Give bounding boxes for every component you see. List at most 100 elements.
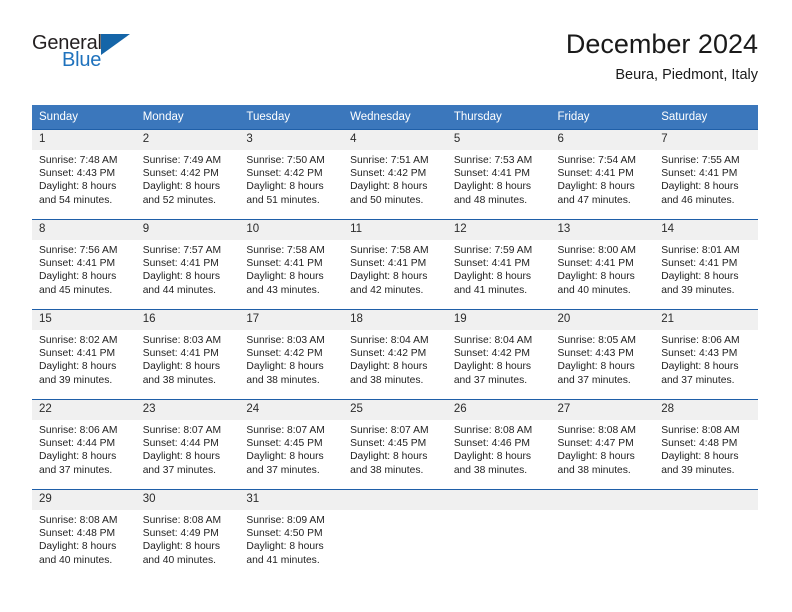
- daylight-text-line2: and 39 minutes.: [661, 284, 735, 296]
- daylight-text-line2: and 42 minutes.: [350, 284, 424, 296]
- daylight-text-line2: and 51 minutes.: [246, 194, 320, 206]
- daylight-text-line1: Daylight: 8 hours: [246, 181, 324, 193]
- sunset-text: Sunset: 4:41 PM: [453, 168, 530, 180]
- sunset-text: Sunset: 4:49 PM: [142, 528, 219, 540]
- day-number: 2: [135, 130, 240, 150]
- daylight-text-line2: and 39 minutes.: [39, 374, 113, 386]
- day-details: Sunrise: 8:08 AM Sunset: 4:48 PM Daylight:…: [654, 420, 758, 477]
- daylight-text-line2: and 38 minutes.: [350, 464, 424, 476]
- page-header: General Blue December 2024 Beura, Piedmo…: [32, 28, 758, 98]
- day-details: Sunrise: 7:48 AM Sunset: 4:43 PM Daylight:…: [32, 150, 136, 207]
- daylight-text-line2: and 43 minutes.: [246, 284, 320, 296]
- calendar-day-cell[interactable]: 21 Sunrise: 8:06 AM Sunset: 4:43 PM Dayligh…: [654, 309, 758, 400]
- day-number: 14: [654, 220, 758, 240]
- day-number: 10: [239, 220, 344, 240]
- daylight-text-line2: and 48 minutes.: [453, 194, 528, 206]
- calendar-day-cell[interactable]: 15 Sunrise: 8:02 AM Sunset: 4:41 PM Dayligh…: [32, 309, 136, 400]
- calendar-day-cell[interactable]: 12 Sunrise: 7:59 AM Sunset: 4:41 PM Dayligh…: [446, 219, 551, 310]
- sunrise-text: Sunrise: 8:05 AM: [557, 335, 636, 346]
- daylight-text-line2: and 37 minutes.: [661, 374, 735, 386]
- sunrise-text: Sunrise: 8:06 AM: [661, 335, 740, 346]
- calendar-day-cell[interactable]: 25 Sunrise: 8:07 AM Sunset: 4:45 PM Dayligh…: [343, 399, 447, 490]
- daylight-text-line1: Daylight: 8 hours: [557, 271, 635, 283]
- daylight-text-line2: and 37 minutes.: [453, 374, 528, 386]
- calendar-day-cell[interactable]: 10 Sunrise: 7:58 AM Sunset: 4:41 PM Dayligh…: [239, 219, 344, 310]
- calendar-day-cell[interactable]: 7 Sunrise: 7:55 AM Sunset: 4:41 PM Daylight…: [654, 129, 758, 220]
- calendar-day-cell[interactable]: 22 Sunrise: 8:06 AM Sunset: 4:44 PM Dayligh…: [32, 399, 136, 490]
- calendar-empty-cell: [654, 489, 758, 580]
- sunrise-text: Sunrise: 7:53 AM: [453, 155, 533, 166]
- sunrise-text: Sunrise: 8:08 AM: [142, 515, 222, 526]
- day-details: Sunrise: 7:59 AM Sunset: 4:41 PM Daylight:…: [447, 240, 551, 297]
- calendar-day-cell[interactable]: 23 Sunrise: 8:07 AM Sunset: 4:44 PM Dayligh…: [135, 399, 240, 490]
- calendar-empty-cell: [550, 489, 655, 580]
- calendar-day-cell[interactable]: 8 Sunrise: 7:56 AM Sunset: 4:41 PM Daylight…: [32, 219, 136, 310]
- sunset-text: Sunset: 4:41 PM: [350, 258, 427, 270]
- sunrise-text: Sunrise: 8:08 AM: [661, 425, 740, 436]
- calendar-day-cell[interactable]: 27 Sunrise: 8:08 AM Sunset: 4:47 PM Dayligh…: [550, 399, 655, 490]
- calendar-day-cell[interactable]: 4 Sunrise: 7:51 AM Sunset: 4:42 PM Daylight…: [343, 129, 447, 220]
- sunset-text: Sunset: 4:41 PM: [39, 258, 116, 270]
- day-number: 13: [550, 220, 655, 240]
- daylight-text-line2: and 45 minutes.: [39, 284, 113, 296]
- day-number: 7: [654, 130, 758, 150]
- weekday-header-monday: Monday: [135, 105, 240, 130]
- calendar-day-cell[interactable]: 1 Sunrise: 7:48 AM Sunset: 4:43 PM Daylight…: [32, 129, 136, 220]
- sunrise-text: Sunrise: 7:58 AM: [246, 245, 325, 256]
- sunrise-text: Sunrise: 8:04 AM: [453, 335, 533, 346]
- daylight-text-line2: and 52 minutes.: [142, 194, 216, 206]
- calendar-day-cell[interactable]: 19 Sunrise: 8:04 AM Sunset: 4:42 PM Dayligh…: [446, 309, 551, 400]
- calendar-day-cell[interactable]: 9 Sunrise: 7:57 AM Sunset: 4:41 PM Daylight…: [135, 219, 240, 310]
- daylight-text-line1: Daylight: 8 hours: [142, 181, 220, 193]
- sunset-text: Sunset: 4:41 PM: [661, 258, 738, 270]
- sunrise-text: Sunrise: 8:03 AM: [246, 335, 325, 346]
- calendar-day-cell[interactable]: 20 Sunrise: 8:05 AM Sunset: 4:43 PM Dayligh…: [550, 309, 655, 400]
- daylight-text-line2: and 40 minutes.: [142, 554, 216, 566]
- day-details: Sunrise: 7:53 AM Sunset: 4:41 PM Daylight:…: [447, 150, 551, 207]
- calendar-day-cell[interactable]: 5 Sunrise: 7:53 AM Sunset: 4:41 PM Daylight…: [446, 129, 551, 220]
- sunrise-text: Sunrise: 7:58 AM: [350, 245, 429, 256]
- calendar-day-cell[interactable]: 13 Sunrise: 8:00 AM Sunset: 4:41 PM Dayligh…: [550, 219, 655, 310]
- weekday-header-saturday: Saturday: [654, 105, 758, 130]
- daylight-text-line1: Daylight: 8 hours: [557, 181, 635, 193]
- daylight-text-line1: Daylight: 8 hours: [453, 271, 532, 283]
- day-details: Sunrise: 7:49 AM Sunset: 4:42 PM Daylight:…: [136, 150, 240, 207]
- sunset-text: Sunset: 4:45 PM: [350, 438, 427, 450]
- day-number: 12: [446, 220, 551, 240]
- daylight-text-line1: Daylight: 8 hours: [142, 541, 220, 553]
- day-number: 21: [654, 310, 758, 330]
- sunset-text: Sunset: 4:41 PM: [453, 258, 530, 270]
- general-blue-logo[interactable]: General Blue: [32, 32, 152, 78]
- daylight-text-line2: and 38 minutes.: [453, 464, 528, 476]
- calendar-day-cell[interactable]: 30 Sunrise: 8:08 AM Sunset: 4:49 PM Dayligh…: [135, 489, 240, 580]
- calendar-day-cell[interactable]: 16 Sunrise: 8:03 AM Sunset: 4:41 PM Dayligh…: [135, 309, 240, 400]
- daylight-text-line1: Daylight: 8 hours: [661, 271, 739, 283]
- daylight-text-line1: Daylight: 8 hours: [246, 271, 324, 283]
- calendar-day-cell[interactable]: 11 Sunrise: 7:58 AM Sunset: 4:41 PM Dayligh…: [343, 219, 447, 310]
- calendar-day-cell[interactable]: 14 Sunrise: 8:01 AM Sunset: 4:41 PM Dayligh…: [654, 219, 758, 310]
- daylight-text-line2: and 37 minutes.: [557, 374, 631, 386]
- calendar-day-cell[interactable]: 3 Sunrise: 7:50 AM Sunset: 4:42 PM Daylight…: [239, 129, 344, 220]
- daylight-text-line1: Daylight: 8 hours: [453, 451, 532, 463]
- calendar-day-cell[interactable]: 18 Sunrise: 8:04 AM Sunset: 4:42 PM Dayligh…: [343, 309, 447, 400]
- day-details: Sunrise: 8:03 AM Sunset: 4:41 PM Daylight:…: [136, 330, 240, 387]
- calendar-day-cell[interactable]: 24 Sunrise: 8:07 AM Sunset: 4:45 PM Dayligh…: [239, 399, 344, 490]
- calendar-day-cell[interactable]: 2 Sunrise: 7:49 AM Sunset: 4:42 PM Daylight…: [135, 129, 240, 220]
- day-details: Sunrise: 7:51 AM Sunset: 4:42 PM Daylight:…: [343, 150, 447, 207]
- sunrise-text: Sunrise: 8:08 AM: [453, 425, 533, 436]
- sunset-text: Sunset: 4:41 PM: [661, 168, 738, 180]
- calendar-day-cell[interactable]: 17 Sunrise: 8:03 AM Sunset: 4:42 PM Dayligh…: [239, 309, 344, 400]
- sunrise-text: Sunrise: 7:50 AM: [246, 155, 325, 166]
- daylight-text-line1: Daylight: 8 hours: [39, 181, 117, 193]
- day-details: Sunrise: 8:01 AM Sunset: 4:41 PM Daylight:…: [654, 240, 758, 297]
- calendar-day-cell[interactable]: 6 Sunrise: 7:54 AM Sunset: 4:41 PM Daylight…: [550, 129, 655, 220]
- daylight-text-line1: Daylight: 8 hours: [350, 271, 428, 283]
- day-number: 16: [135, 310, 240, 330]
- calendar-day-cell[interactable]: 28 Sunrise: 8:08 AM Sunset: 4:48 PM Dayligh…: [654, 399, 758, 490]
- calendar-day-cell[interactable]: 31 Sunrise: 8:09 AM Sunset: 4:50 PM Dayligh…: [239, 489, 344, 580]
- calendar-week-row: 1 Sunrise: 7:48 AM Sunset: 4:43 PM Daylight…: [32, 129, 758, 220]
- calendar-day-cell[interactable]: 26 Sunrise: 8:08 AM Sunset: 4:46 PM Dayligh…: [446, 399, 551, 490]
- daylight-text-line1: Daylight: 8 hours: [350, 361, 428, 373]
- calendar-day-cell[interactable]: 29 Sunrise: 8:08 AM Sunset: 4:48 PM Dayligh…: [32, 489, 136, 580]
- day-details: Sunrise: 7:58 AM Sunset: 4:41 PM Daylight:…: [343, 240, 447, 297]
